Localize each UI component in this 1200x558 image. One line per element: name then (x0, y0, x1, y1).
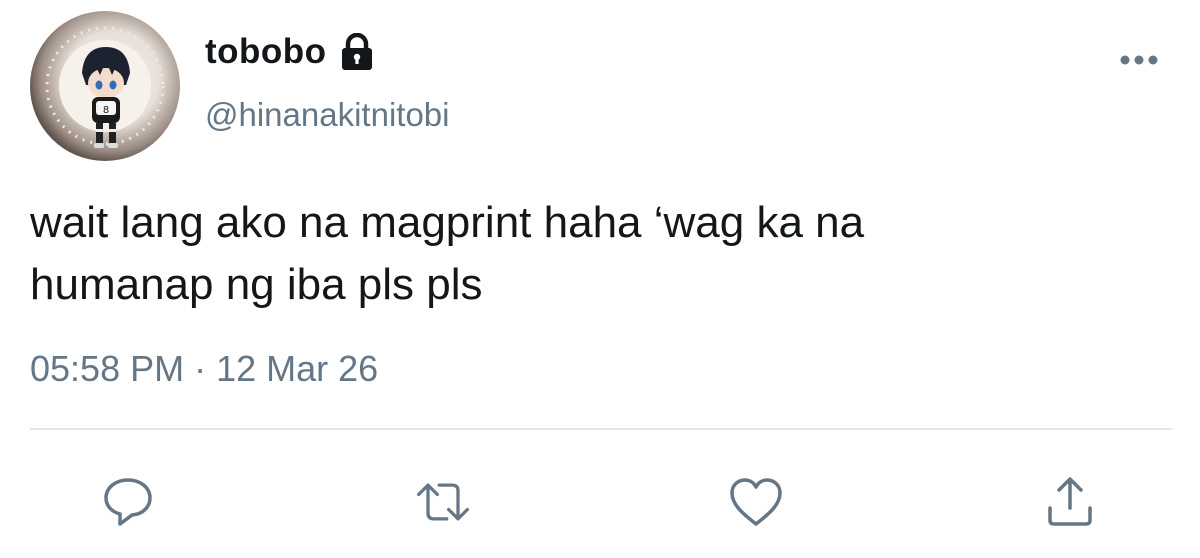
reply-button[interactable] (98, 472, 158, 532)
svg-text:8: 8 (103, 105, 109, 116)
retweet-icon (416, 483, 470, 521)
like-button[interactable] (726, 472, 786, 532)
display-name[interactable]: tobobo (205, 32, 327, 72)
more-dots-icon (1120, 55, 1158, 65)
tweet-card: 8 tobobo @hinanakitnitobi wait lang ako … (0, 0, 1200, 558)
tweet-timestamp[interactable]: 05:58 PM · 12 Mar 26 (30, 348, 378, 390)
share-button[interactable] (1040, 472, 1100, 532)
retweet-button[interactable] (413, 472, 473, 532)
reply-icon (104, 478, 152, 526)
avatar[interactable]: 8 (30, 11, 180, 161)
tweet-text-line-2: humanap ng iba pls pls (30, 260, 483, 309)
user-info: tobobo (205, 30, 375, 74)
more-options-button[interactable] (1116, 45, 1162, 75)
tweet-text-line-1: wait lang ako na magprint haha ‘wag ka n… (30, 198, 865, 247)
like-icon (730, 478, 782, 526)
share-icon (1048, 477, 1092, 526)
tweet-text: wait lang ako na magprint haha ‘wag ka n… (30, 192, 1150, 316)
divider (30, 428, 1172, 430)
user-handle[interactable]: @hinanakitnitobi (205, 96, 450, 134)
avatar-figure-image: 8 (45, 26, 165, 148)
lock-icon (339, 32, 375, 71)
